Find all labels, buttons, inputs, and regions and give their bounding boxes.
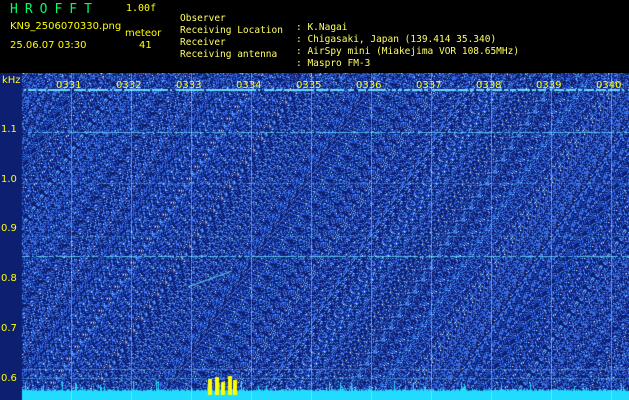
time-tick-label: 0332 [116, 80, 142, 91]
time-tick-label: 0333 [176, 80, 202, 91]
frequency-unit-label: kHz [2, 75, 21, 86]
minute-rule [131, 73, 132, 400]
minute-rule [551, 73, 552, 400]
meta-value: : K.Nagai [296, 22, 348, 33]
capture-datetime: 25.06.07 03:30 [10, 40, 87, 51]
minute-rule [71, 73, 72, 400]
meta-value: : Maspro FM-3 [296, 58, 371, 69]
app-version: 1.00f [126, 3, 157, 14]
meta-value: : AirSpy mini (Miakejima VOR 108.65MHz) [296, 46, 520, 57]
minute-rule [611, 73, 612, 400]
frequency-axis: kHz 1.1 1.0 0.9 0.8 0.7 0.6 [0, 73, 22, 400]
meta-key: Receiving antenna [180, 48, 278, 60]
frequency-tick-label: 0.9 [1, 223, 17, 234]
time-tick-label: 0338 [476, 80, 502, 91]
app-brand: HROFFT [10, 2, 99, 17]
meteor-count-label: meteor [125, 28, 162, 39]
frequency-tick-label: 0.7 [1, 323, 17, 334]
image-filename: KN9_2506070330.png [10, 21, 122, 32]
time-tick-label: 0331 [56, 80, 82, 91]
header-panel: HROFFT 1.00f KN9_2506070330.png meteor 4… [0, 0, 629, 72]
spectrogram-noise [0, 73, 629, 400]
minute-rule [191, 73, 192, 400]
time-tick-label: 0339 [536, 80, 562, 91]
frequency-tick-label: 1.1 [1, 124, 17, 135]
minute-rule [251, 73, 252, 400]
frequency-tick-label: 0.6 [1, 373, 17, 384]
minute-rule [311, 73, 312, 400]
meteor-count-value: 41 [139, 40, 152, 51]
minute-rule [431, 73, 432, 400]
time-tick-label: 0336 [356, 80, 382, 91]
time-tick-label: 0334 [236, 80, 262, 91]
spectrogram-plot: 0331 0332 0333 0334 0335 0336 0337 0338 … [0, 73, 629, 400]
time-tick-label: 0340 [596, 80, 622, 91]
minute-rule [491, 73, 492, 400]
time-tick-label: 0337 [416, 80, 442, 91]
frequency-tick-label: 1.0 [1, 174, 17, 185]
frequency-tick-label: 0.8 [1, 273, 17, 284]
minute-rule [371, 73, 372, 400]
time-tick-label: 0335 [296, 80, 322, 91]
meta-value: : Chigasaki, Japan (139.414 35.340) [296, 34, 497, 45]
